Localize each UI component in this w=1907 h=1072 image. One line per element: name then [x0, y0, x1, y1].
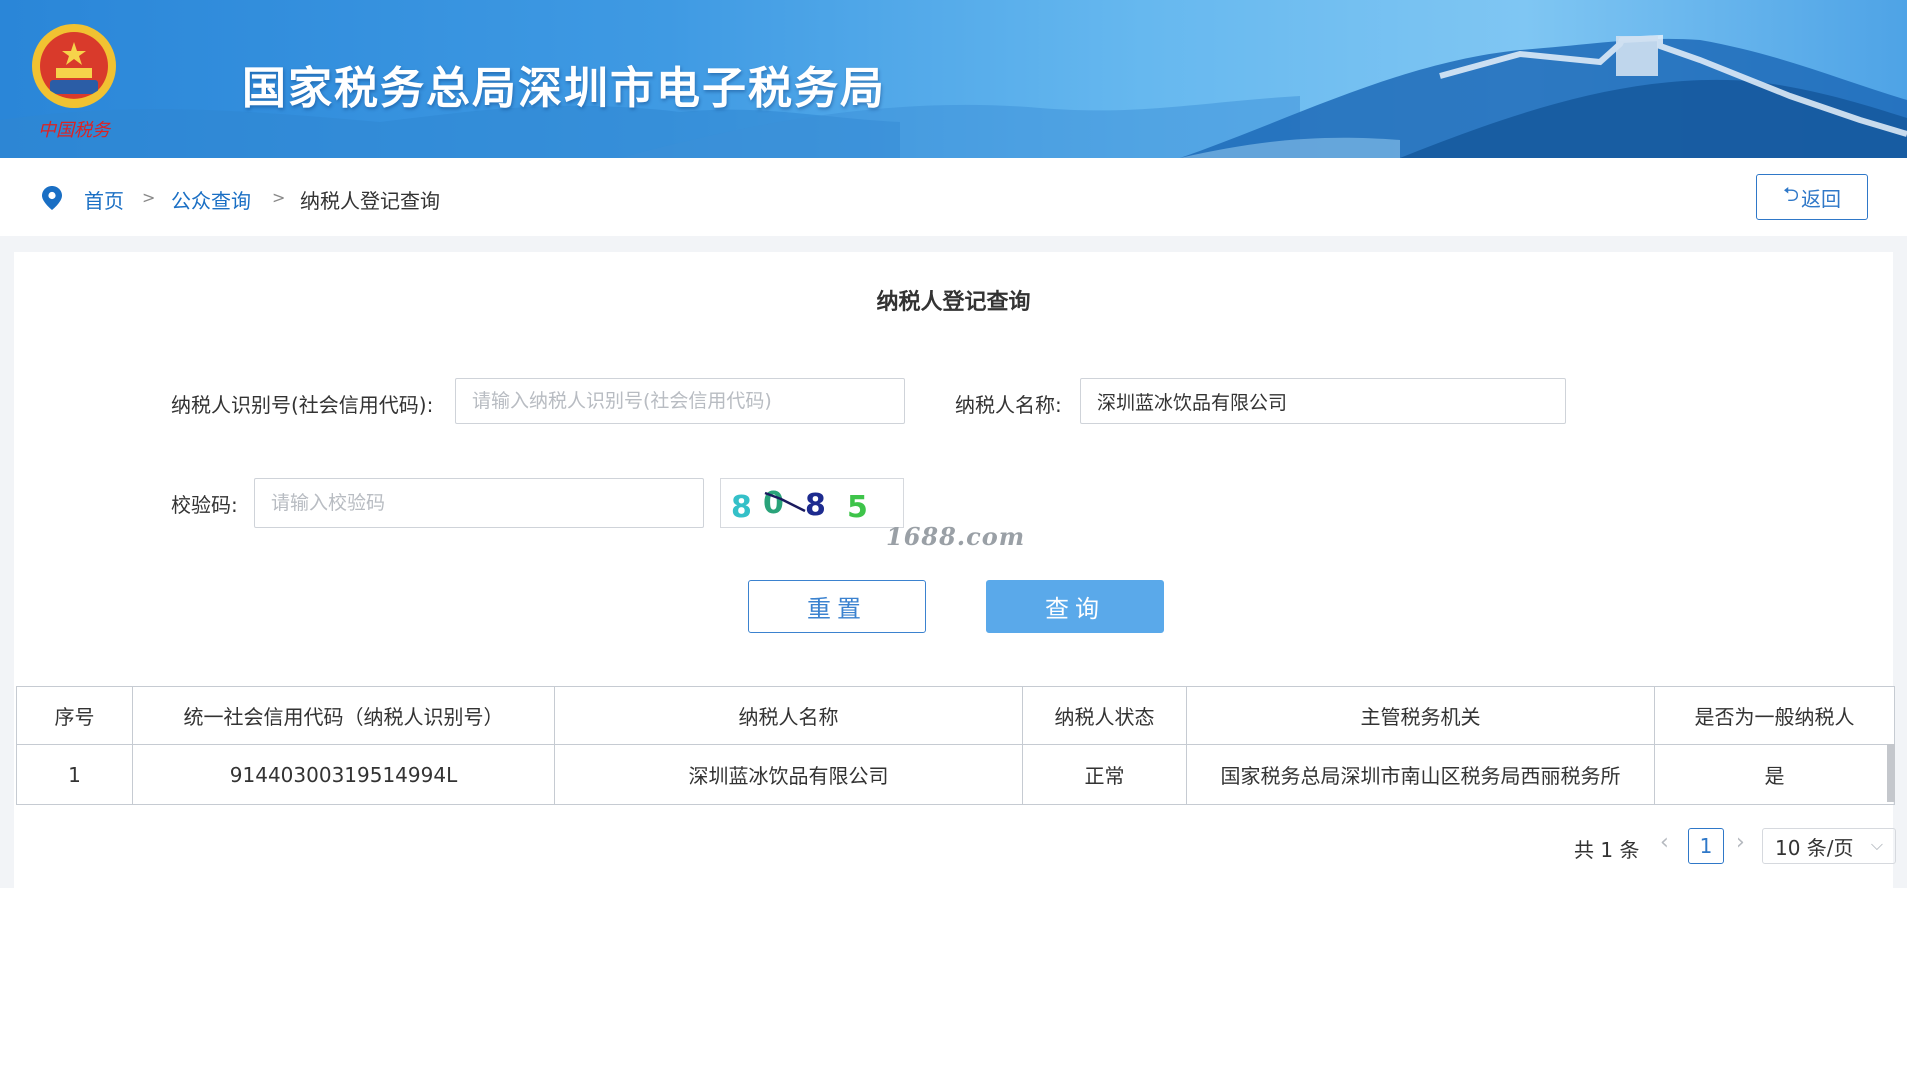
- next-page-icon[interactable]: ›: [1736, 830, 1745, 855]
- breadcrumb-public-query[interactable]: 公众查询: [171, 185, 251, 214]
- cell-index: 1: [16, 744, 133, 805]
- cell-tax-authority: 国家税务总局深圳市南山区税务局西丽税务所: [1186, 744, 1655, 805]
- cell-taxpayer-name: 深圳蓝冰饮品有限公司: [554, 744, 1023, 805]
- column-header-tax-authority: 主管税务机关: [1186, 686, 1655, 745]
- back-button-label: 返回: [1801, 186, 1842, 211]
- taxpayer-id-label: 纳税人识别号(社会信用代码):: [171, 393, 434, 417]
- taxpayer-id-input[interactable]: [455, 378, 905, 424]
- query-button[interactable]: 查询: [986, 580, 1164, 633]
- taxpayer-name-input[interactable]: [1080, 378, 1566, 424]
- svg-text:8: 8: [805, 488, 826, 523]
- captcha-graphic: 8 0 8 5: [731, 486, 868, 525]
- table-scrollbar[interactable]: [1887, 744, 1895, 802]
- breadcrumb-home[interactable]: 首页: [84, 185, 124, 214]
- column-header-taxpayer-name: 纳税人名称: [554, 686, 1023, 745]
- column-header-index: 序号: [16, 686, 133, 745]
- emblem-caption: 中国税务: [38, 120, 112, 141]
- page-number-current[interactable]: 1: [1688, 828, 1724, 864]
- captcha-label: 校验码:: [171, 493, 238, 517]
- captcha-image[interactable]: 8 0 8 5: [720, 478, 904, 528]
- cell-credit-code: 91440300319514994L: [132, 744, 555, 805]
- table-row: 1 91440300319514994L 深圳蓝冰饮品有限公司 正常 国家税务总…: [16, 744, 1895, 805]
- breadcrumb-current: 纳税人登记查询: [300, 189, 440, 213]
- header-banner: 中国税务 国家税务总局深圳市电子税务局: [0, 0, 1907, 158]
- breadcrumb-separator: >: [142, 188, 156, 207]
- back-button[interactable]: ⮌ 返回: [1756, 174, 1868, 220]
- column-header-credit-code: 统一社会信用代码（纳税人识别号）: [132, 686, 555, 745]
- cell-general-taxpayer: 是: [1654, 744, 1895, 805]
- svg-text:8: 8: [731, 490, 752, 525]
- pagination-total: 共 1 条: [1574, 838, 1640, 862]
- prev-page-icon[interactable]: ‹: [1660, 830, 1669, 855]
- result-table: 序号 统一社会信用代码（纳税人识别号） 纳税人名称 纳税人状态 主管税务机关 是…: [16, 686, 1895, 805]
- column-header-status: 纳税人状态: [1022, 686, 1187, 745]
- table-header-row: 序号 统一社会信用代码（纳税人识别号） 纳税人名称 纳税人状态 主管税务机关 是…: [16, 686, 1895, 745]
- location-pin-icon: [42, 186, 62, 210]
- svg-text:0: 0: [763, 486, 784, 521]
- taxpayer-name-label: 纳税人名称:: [955, 393, 1062, 417]
- reset-button[interactable]: 重置: [748, 580, 926, 633]
- watermark: 1688.com: [886, 522, 1026, 551]
- page-title: 纳税人登记查询: [876, 290, 1031, 315]
- return-icon: ⮌: [1782, 182, 1800, 206]
- site-title: 国家税务总局深圳市电子税务局: [242, 63, 886, 114]
- page-size-value: 10 条/页: [1775, 835, 1854, 860]
- captcha-input[interactable]: [254, 478, 704, 528]
- breadcrumb: 首页 > 公众查询 > 纳税人登记查询: [0, 158, 1907, 236]
- column-header-general-taxpayer: 是否为一般纳税人: [1654, 686, 1895, 745]
- cell-status: 正常: [1022, 744, 1187, 805]
- svg-text:5: 5: [847, 490, 868, 525]
- tax-emblem-icon: 中国税务: [32, 24, 116, 141]
- chevron-down-icon: ⌵: [1870, 835, 1883, 854]
- breadcrumb-separator: >: [272, 188, 286, 207]
- page-size-select[interactable]: 10 条/页 ⌵: [1762, 828, 1896, 864]
